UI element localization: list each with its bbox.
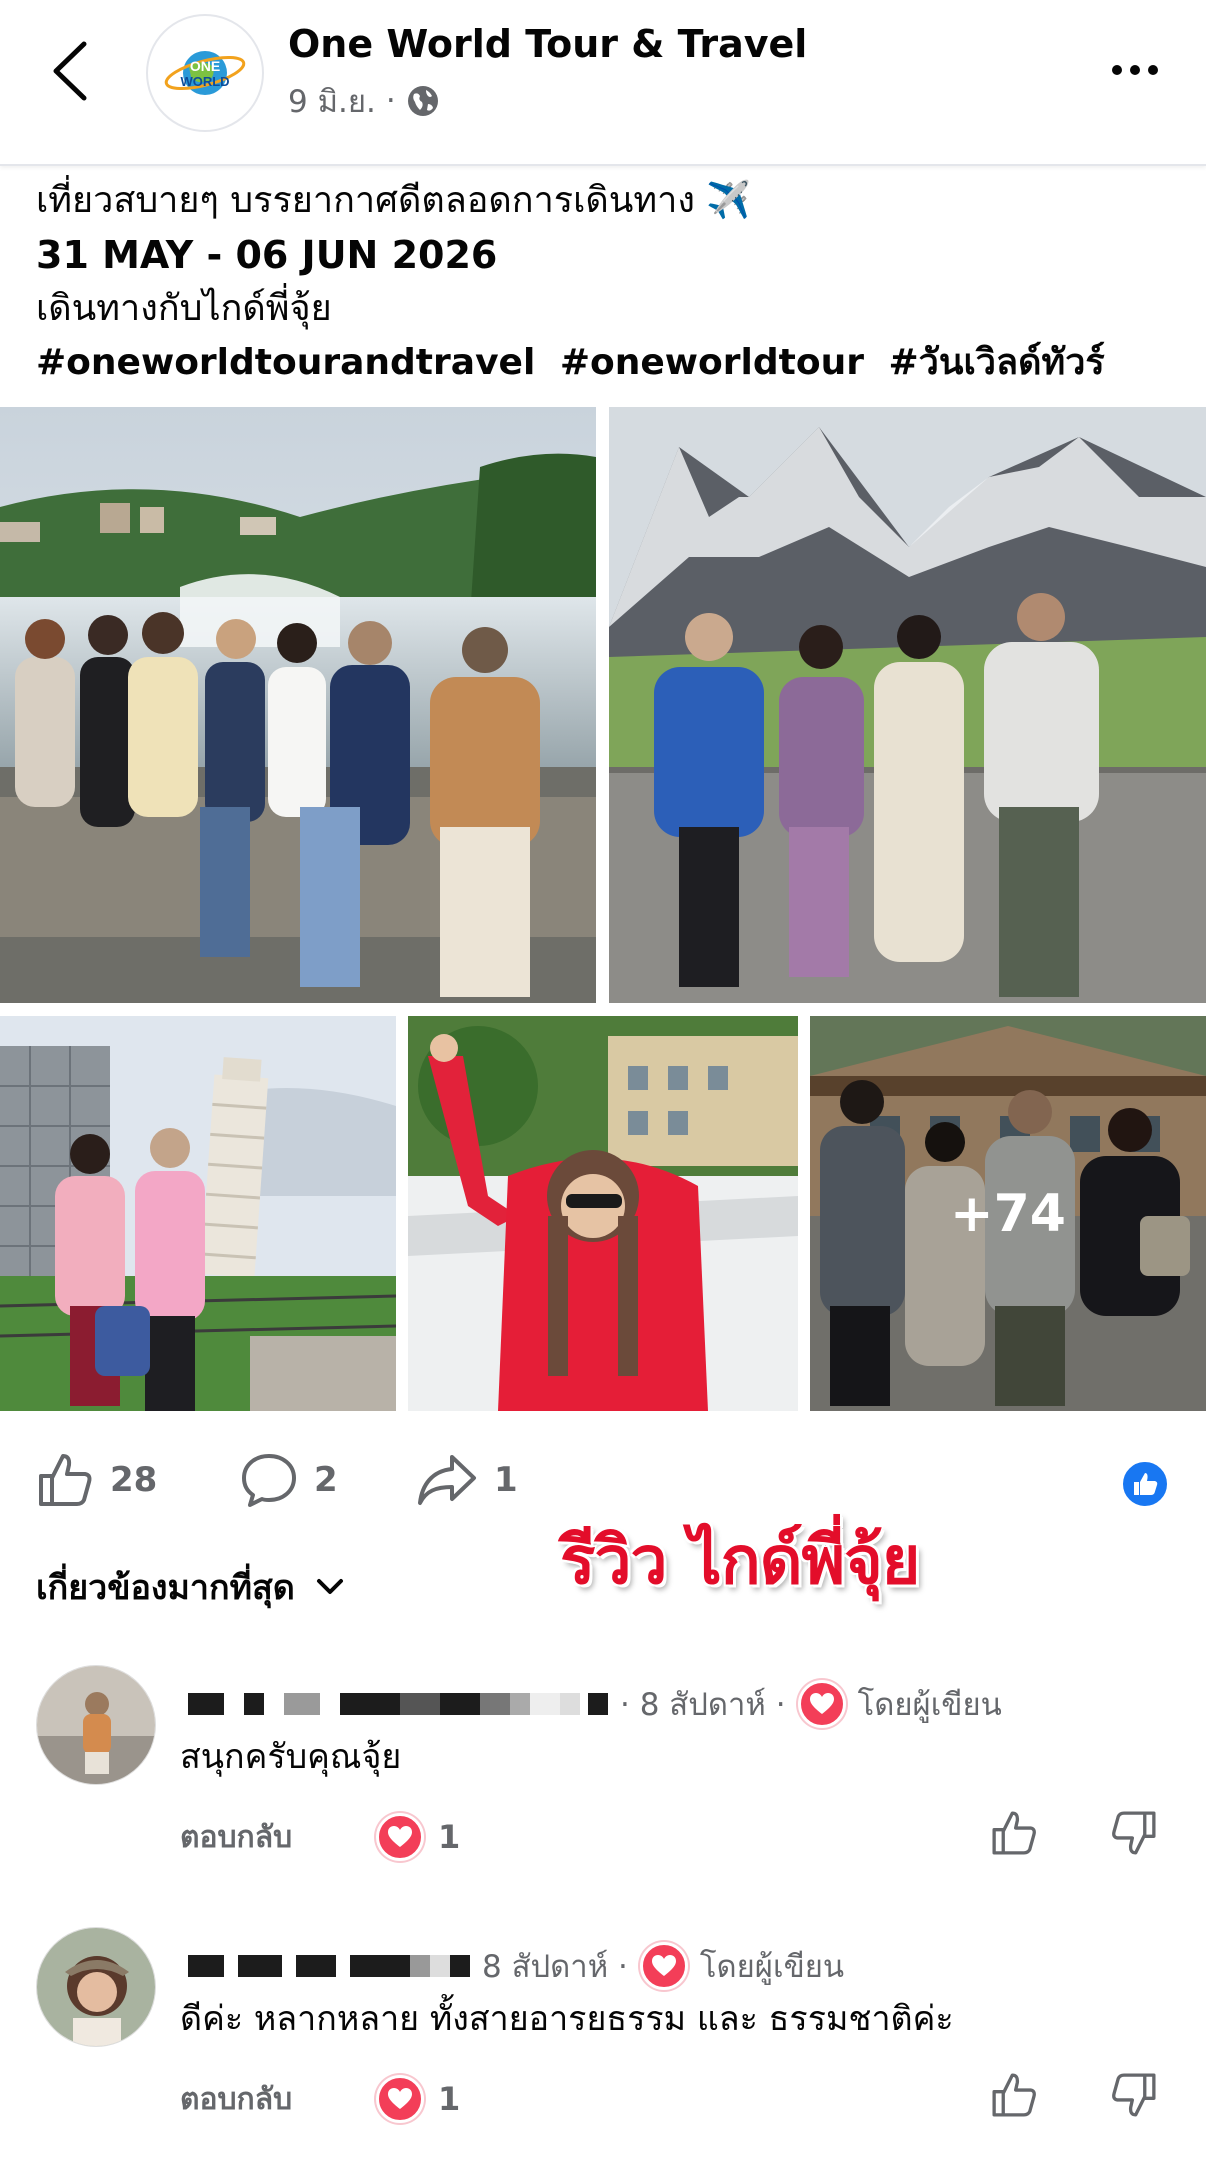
comment-bubble-icon <box>242 1454 296 1507</box>
chevron-left-icon <box>53 41 87 101</box>
page-avatar[interactable]: ONE WORLD <box>146 14 264 132</box>
boat-woman-image <box>408 1016 798 1411</box>
comment-text: ดีค่ะ หลากหลาย ทั้งสายอารยธรรม และ ธรรมช… <box>180 1999 954 2039</box>
photo-boat-woman[interactable] <box>408 1016 798 1411</box>
reaction-count: 1 <box>438 1818 461 1856</box>
love-reaction-icon <box>376 1813 424 1861</box>
review-banner: รีวิว ไกด์พี่จุ้ย <box>560 1521 920 1599</box>
reply-button[interactable]: ตอบกลับ <box>180 1814 292 1861</box>
heart-icon <box>388 1826 412 1847</box>
share-arrow-icon <box>418 1455 476 1505</box>
more-dot-icon <box>1130 65 1140 75</box>
author-love-badge <box>639 1942 688 1990</box>
commenter-avatar-image <box>37 1928 155 2046</box>
redacted-name <box>188 1693 608 1715</box>
post-text: เที่ยวสบายๆ บรรยากาศดีตลอดการเดินทาง ✈️ … <box>36 174 1176 390</box>
author-badge-label: โดยผู้เขียน <box>857 1687 1002 1723</box>
photo-pisa-tower[interactable] <box>0 1016 396 1411</box>
post-line-1: เที่ยวสบายๆ บรรยากาศดีตลอดการเดินทาง ✈️ <box>36 180 752 221</box>
heart-icon <box>809 1693 834 1714</box>
pisa-tower-image <box>0 1016 396 1411</box>
thumbs-up-outline-icon <box>992 2073 1036 2117</box>
more-photos-overlay[interactable]: +74 <box>810 1016 1206 1411</box>
more-options-button[interactable] <box>1100 50 1170 90</box>
comment-footer: ตอบกลับ 1 <box>180 1807 1170 1867</box>
comment-dislike-button[interactable] <box>1110 1809 1158 1865</box>
comment-item: 8 สัปดาห์ · โดยผู้เขียน ดีค่ะ หลากหลาย ท… <box>0 1927 1206 2157</box>
heart-icon <box>651 1955 676 1976</box>
thumbs-up-filled-icon <box>1134 1473 1158 1495</box>
chevron-down-icon <box>316 1579 343 1594</box>
comment-header: 8 สัปดาห์ · โดยผู้เขียน <box>188 1941 844 1991</box>
hashtag-link[interactable]: #oneworldtourandtravel <box>36 342 535 383</box>
share-count: 1 <box>494 1460 518 1500</box>
hashtag-link[interactable]: #วันเวิลด์ทัวร์ <box>889 342 1105 383</box>
logo-text-bottom: WORLD <box>180 74 229 89</box>
love-reaction-icon <box>376 2075 424 2123</box>
like-button[interactable]: 28 <box>36 1445 157 1515</box>
commenter-avatar-image <box>37 1666 155 1784</box>
photo-mountain-group[interactable] <box>609 407 1206 1003</box>
author-love-badge <box>797 1680 846 1728</box>
back-button[interactable] <box>40 36 100 106</box>
logo-text-top: ONE <box>190 58 220 74</box>
like-count: 28 <box>110 1460 158 1500</box>
thumbs-down-outline-icon <box>1112 1811 1156 1855</box>
mountain-group-image <box>609 407 1206 1003</box>
comment-text: สนุกครับคุณจุ้ย <box>180 1737 402 1777</box>
comment-header: · 8 สัปดาห์ · โดยผู้เขียน <box>188 1679 1002 1729</box>
thumbs-up-outline-icon <box>992 1811 1036 1855</box>
comment-button[interactable]: 2 <box>240 1445 338 1515</box>
reaction-count: 1 <box>438 2080 461 2118</box>
comment-reactions[interactable]: 1 <box>376 2075 460 2123</box>
author-badge-label: โดยผู้เขียน <box>699 1949 845 1985</box>
post-actions-bar: 28 2 1 <box>0 1445 1206 1515</box>
one-world-logo: ONE WORLD <box>164 51 246 95</box>
like-reaction-badge[interactable] <box>1120 1459 1170 1509</box>
comment-like-button[interactable] <box>990 2071 1038 2127</box>
post-date[interactable]: 9 มิ.ย. <box>288 76 376 126</box>
comment-sort-dropdown[interactable]: เกี่ยวข้องมากที่สุด <box>36 1560 345 1614</box>
waterfall-group-image <box>0 407 596 1003</box>
meta-separator: · <box>385 83 396 119</box>
share-button[interactable]: 1 <box>416 1445 518 1515</box>
comment-time: · 8 สัปดาห์ · <box>620 1687 786 1723</box>
commenter-avatar[interactable] <box>36 1927 156 2047</box>
heart-icon <box>388 2088 412 2109</box>
globe-icon <box>407 86 438 116</box>
post-meta: 9 มิ.ย. · <box>288 76 440 126</box>
photo-station-group[interactable]: +74 <box>810 1016 1206 1411</box>
page-name[interactable]: One World Tour & Travel <box>288 22 807 66</box>
hashtag-row: #oneworldtourandtravel #oneworldtour #วั… <box>36 336 1176 390</box>
post-date-range: 31 MAY - 06 JUN 2026 <box>36 233 498 277</box>
more-dot-icon <box>1148 65 1158 75</box>
reply-button[interactable]: ตอบกลับ <box>180 2076 292 2123</box>
thumbs-up-outline-icon <box>39 1454 92 1506</box>
comment-count: 2 <box>314 1460 338 1500</box>
comment-time: 8 สัปดาห์ · <box>482 1949 628 1985</box>
thumbs-down-outline-icon <box>1112 2073 1156 2117</box>
more-dot-icon <box>1112 65 1122 75</box>
comment-reactions[interactable]: 1 <box>376 1813 460 1861</box>
post-header: ONE WORLD One World Tour & Travel 9 มิ.ย… <box>0 0 1206 166</box>
comment-item: · 8 สัปดาห์ · โดยผู้เขียน สนุกครับคุณจุ้… <box>0 1665 1206 1895</box>
comment-like-button[interactable] <box>990 1809 1038 1865</box>
comment-dislike-button[interactable] <box>1110 2071 1158 2127</box>
comment-footer: ตอบกลับ 1 <box>180 2069 1170 2129</box>
post-line-3: เดินทางกับไกด์พี่จุ้ย <box>36 288 332 329</box>
commenter-avatar[interactable] <box>36 1665 156 1785</box>
redacted-name <box>188 1955 470 1977</box>
sort-label: เกี่ยวข้องมากที่สุด <box>36 1568 295 1608</box>
photo-waterfall-group[interactable] <box>0 407 596 1003</box>
hashtag-link[interactable]: #oneworldtour <box>560 342 864 383</box>
